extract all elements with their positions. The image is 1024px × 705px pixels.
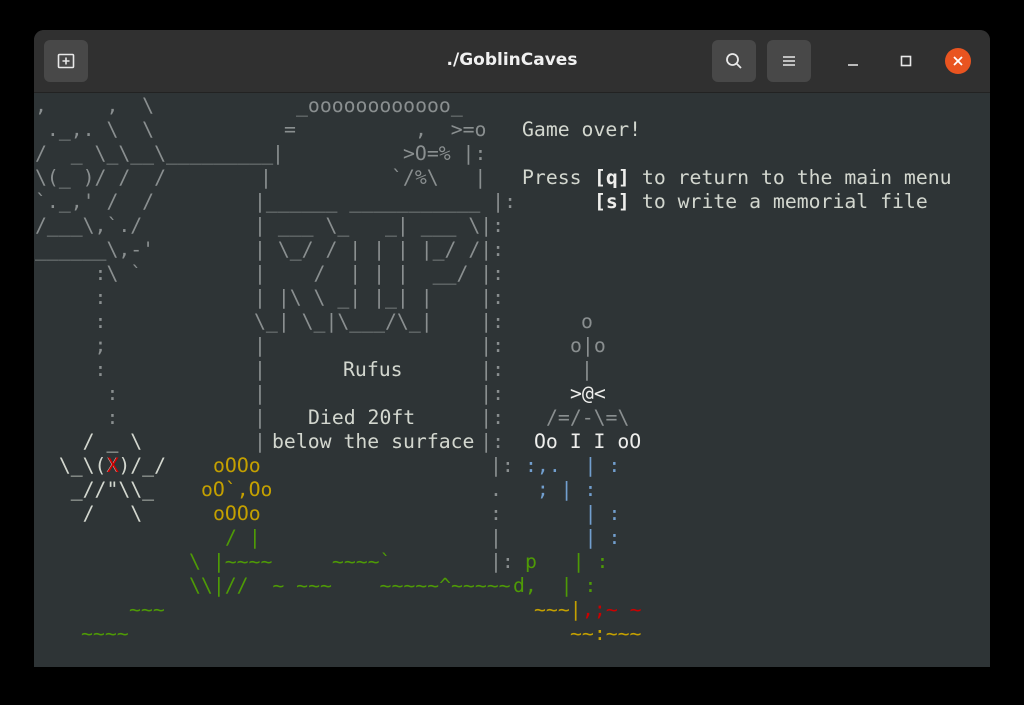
key-q-hint[interactable]: [q] — [594, 166, 630, 190]
tomb-side-6: |: — [490, 454, 514, 477]
hanged-line-14: : — [35, 406, 119, 429]
tomb-top-2: = , >=o — [284, 118, 487, 141]
tomb-side-10: |: — [490, 550, 514, 573]
hanged-line-11: ; — [35, 334, 107, 357]
minimize-icon — [848, 64, 858, 66]
noose-rope: _________ — [35, 142, 274, 165]
grass-line-2: \ |~~~~ ~~~~` — [189, 550, 392, 573]
tomb-side-1: | |: — [254, 334, 505, 357]
hanged-line-15: / _ \ — [35, 430, 143, 453]
minimize-button[interactable] — [840, 48, 866, 74]
game-over-title: Game over! — [522, 118, 642, 141]
pole-line-3: | : — [537, 502, 621, 525]
rip-line-2: | \_/ / | | | |_/ /|: — [254, 238, 505, 261]
hanged-line-4: \(_ )/ / / — [35, 166, 167, 189]
rip-line-5: \_| \_|\___/\_| |: — [254, 310, 505, 333]
ground-right-2: ,;~ ~ — [582, 598, 642, 621]
grass-line-1: / | — [225, 526, 261, 549]
game-screen: , , \ ._,. \ \ / _ \_\__\ \(_ )/ / / `._… — [34, 93, 990, 667]
hanged-line-17: _//"\\_ — [35, 478, 155, 501]
key-s-hint[interactable]: [s] — [594, 190, 630, 214]
gold-pile-3: oOOo — [213, 502, 261, 525]
balloon-2: o|o — [570, 334, 606, 357]
hanged-line-1: , , \ — [35, 94, 155, 117]
terminal-area[interactable]: , , \ ._,. \ \ / _ \_\__\ \(_ )/ / / `._… — [34, 93, 990, 667]
key-s-action: to write a memorial file — [630, 190, 928, 213]
deceased-name: Rufus — [343, 358, 403, 381]
grass-line-4: ~~~ — [129, 598, 165, 621]
pole-line-5: p | : — [525, 550, 609, 573]
tomb-top-1: _oooooooooooo_ — [296, 94, 463, 117]
search-button[interactable] — [712, 40, 756, 82]
key-q-action: to return to the main menu — [630, 166, 952, 189]
hanged-line-12: : — [35, 358, 107, 381]
search-icon — [726, 53, 742, 69]
dead-eye-x: X — [107, 454, 119, 477]
hanged-line-10: : — [35, 310, 107, 333]
maximize-button[interactable] — [893, 48, 919, 74]
balloon-1: o — [581, 310, 593, 333]
rip-line-4: | |\ \ _| |_| | |: — [254, 286, 505, 309]
tomb-side-9: | — [490, 526, 502, 549]
pole-line-2: ; | : — [513, 478, 597, 501]
hanged-line-7: ______\,-' — [35, 238, 155, 261]
menu-button[interactable] — [767, 40, 811, 82]
death-depth: Died 20ft — [308, 406, 416, 429]
press-label: Press — [522, 166, 594, 189]
player-body: /=/-\=\ — [546, 406, 630, 429]
hanged-line-8: :\ ` — [35, 262, 143, 285]
tomb-side-8: : — [490, 502, 502, 525]
hanged-line-5: `._,' / / — [35, 190, 155, 213]
balloon-string: | — [581, 358, 593, 381]
pole-line-6: d, | : — [513, 574, 597, 597]
grass-line-3: \\|// ~ ~~~ ~~~~~^~~~~~ — [189, 574, 511, 597]
hanged-line-13: : — [35, 382, 119, 405]
hamburger-menu-icon — [783, 56, 795, 66]
rip-line-1: | ___ \_ _| ___ \|: — [254, 214, 505, 237]
grass-line-5: ~~~~ — [81, 622, 129, 645]
death-location: below the surface — [272, 430, 475, 453]
ground-right-3: ~~:~~~ — [570, 622, 642, 645]
hanged-line-6: /___\,`./ — [35, 214, 143, 237]
rip-line-3: | / | | | __/ |: — [254, 262, 505, 285]
gold-pile-2: oO`,Oo — [201, 478, 273, 501]
pole-line-1: :,. | : — [525, 454, 621, 477]
pole-line-4: | : — [537, 526, 621, 549]
hanged-line-16: \_\(X)/_/ — [35, 454, 167, 477]
tomb-side-3: | |: — [254, 382, 505, 405]
tomb-top-3: | >O=% |: — [272, 142, 487, 165]
tomb-top-5: |______ ___________ |: — [254, 190, 517, 213]
close-button[interactable] — [945, 48, 971, 74]
maximize-icon — [900, 55, 912, 67]
player-character: >@< — [570, 382, 606, 405]
terminal-window: ./GoblinCaves , , \ ._,. \ \ / _ \_\__\ … — [34, 30, 990, 667]
ground-right-1: ~~~| — [534, 598, 582, 621]
player-legs: Oo I I oO — [534, 430, 642, 453]
hanged-line-18: / \ — [35, 502, 143, 525]
hanged-line-9: : — [35, 286, 107, 309]
title-bar[interactable]: ./GoblinCaves — [34, 30, 990, 93]
hanged-line-2: ._,. \ \ — [35, 118, 155, 141]
tomb-top-4: | `/%\ | — [260, 166, 487, 189]
close-icon — [953, 56, 963, 66]
tomb-side-7: . — [490, 478, 502, 501]
gold-pile-1: oOOo — [213, 454, 261, 477]
